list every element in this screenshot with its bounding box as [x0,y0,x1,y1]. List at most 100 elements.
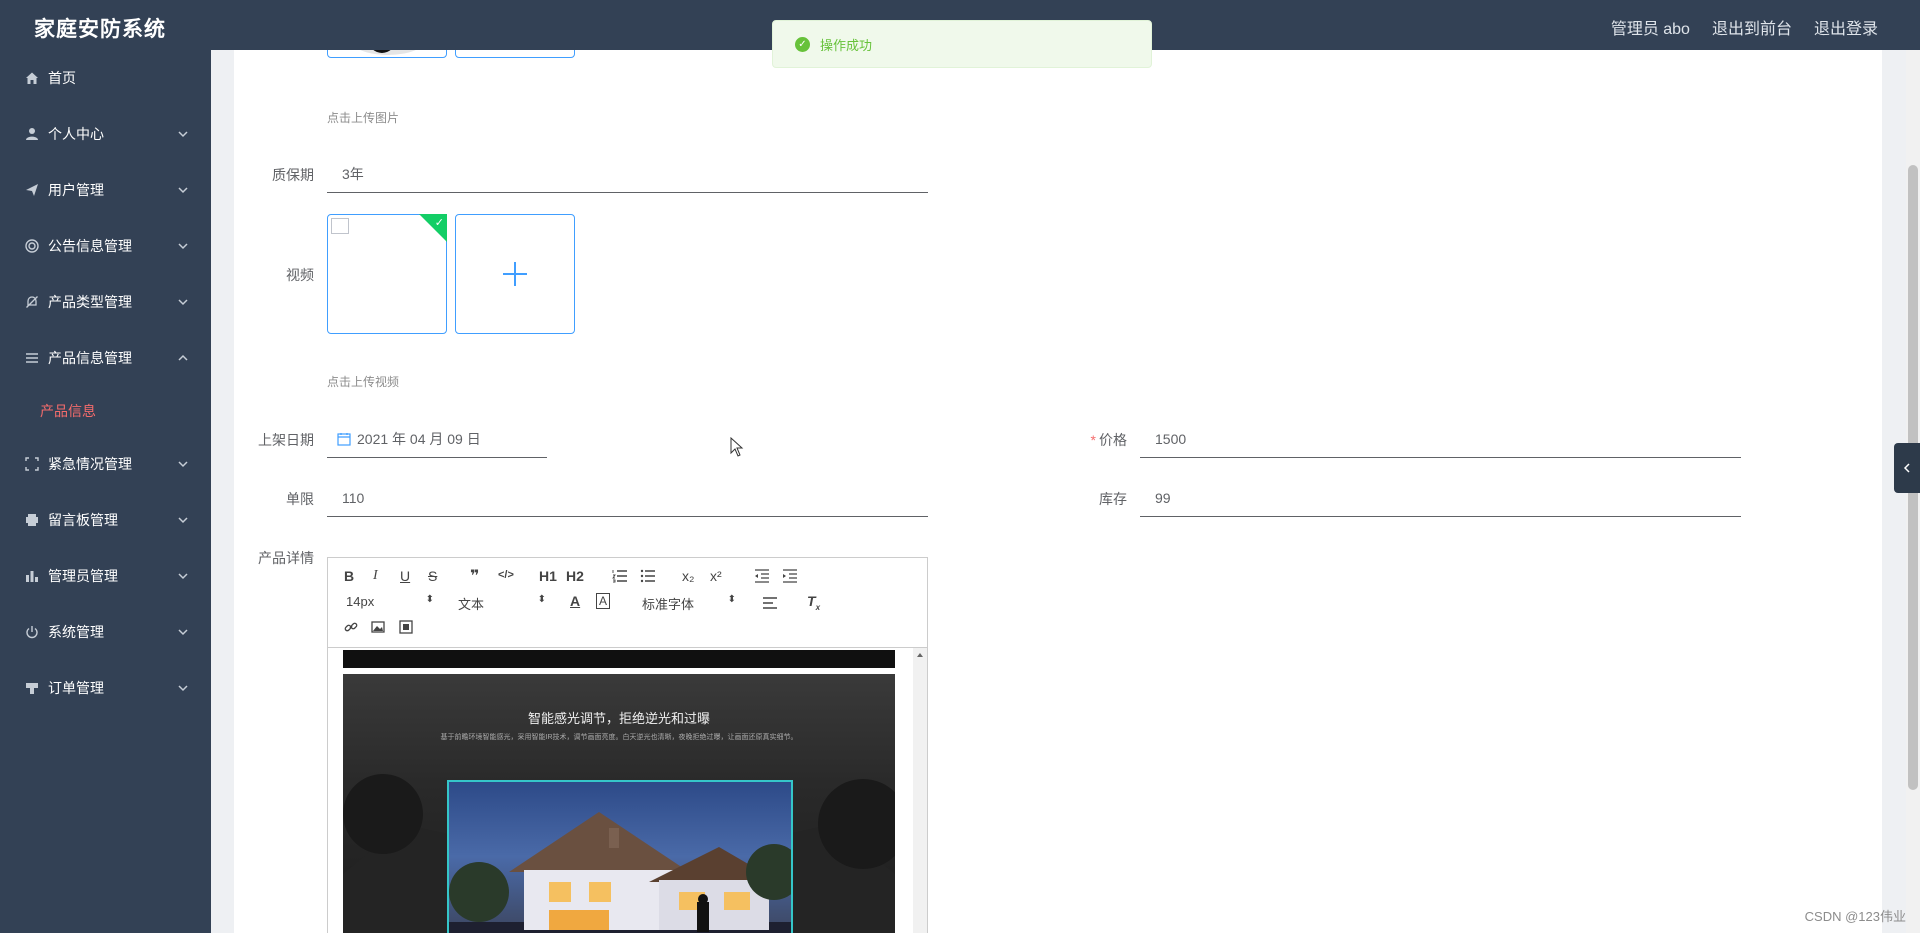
ordered-list-icon [612,570,627,583]
select-arrows-icon: ⬍ [537,594,546,605]
price-label: * 价格 [1037,430,1127,450]
background-color-button[interactable]: A [596,593,611,609]
bullet-list-button[interactable] [640,569,656,586]
price-input[interactable]: 1500 [1140,420,1741,458]
exit-to-front-link[interactable]: 退出到前台 [1712,15,1792,39]
sidebar-item-system[interactable]: 系统管理 [0,604,211,660]
sidebar: 首页 个人中心 用户管理 公告信息管理 产品类型管理 产品信息管理 产品信息 紧… [0,50,211,933]
strike-button[interactable]: S [428,568,437,584]
chevron-down-icon [178,685,188,692]
admin-user-label: 管理员 abo [1610,21,1690,38]
chevron-down-icon [178,299,188,306]
italic-button[interactable]: I [373,568,378,584]
success-toast: ✓ 操作成功 [772,20,1152,68]
video-upload-hint: 点击上传视频 [327,375,400,389]
sidebar-item-label: 留言板管理 [48,512,118,528]
chevron-down-icon [178,243,188,250]
content-image: 智能感光调节，拒绝逆光和过曝 基于前瞻环境智能感光，采用智能IR技术，调节画面亮… [343,674,895,933]
stock-value: 99 [1155,489,1171,506]
stock-label: 库存 [1099,491,1127,507]
list-icon [24,350,40,366]
superscript-button[interactable]: x² [710,568,722,584]
sidebar-item-product-types[interactable]: 产品类型管理 [0,274,211,330]
check-icon: ✓ [434,217,444,229]
mouse-cursor-icon [730,437,744,457]
header-select[interactable]: 文本 ⬍ [458,594,546,613]
outdent-icon [755,569,769,583]
font-family-select[interactable]: 标准字体 ⬍ [642,594,736,613]
chevron-down-icon [178,461,188,468]
sidebar-item-label: 首页 [48,70,76,86]
video-button[interactable] [399,620,413,637]
user-icon [24,126,40,142]
align-button[interactable] [762,596,778,613]
sidebar-item-label: 产品类型管理 [48,294,132,310]
app-title: 家庭安防系统 [34,18,166,41]
video-upload-button[interactable] [455,214,575,334]
indent-icon [783,569,797,583]
font-size-select[interactable]: 14px ⬍ [346,594,434,609]
clear-format-button[interactable]: Tx [807,593,820,612]
sidebar-item-home[interactable]: 首页 [0,50,211,106]
stock-input[interactable]: 99 [1140,479,1741,517]
sidebar-item-message-board[interactable]: 留言板管理 [0,492,211,548]
watermark: CSDN @123伟业 [1804,909,1906,924]
side-panel-toggle[interactable] [1894,443,1920,493]
select-arrows-icon: ⬍ [425,594,434,605]
sidebar-item-announcements[interactable]: 公告信息管理 [0,218,211,274]
sidebar-item-profile[interactable]: 个人中心 [0,106,211,162]
indent-button[interactable] [782,569,798,586]
underline-button[interactable]: U [400,568,410,584]
limit-input[interactable]: 110 [327,479,928,517]
submenu-item-product-info[interactable]: 产品信息 [0,386,211,436]
font-color-button[interactable]: A [570,593,580,609]
sidebar-item-label: 系统管理 [48,624,104,640]
blockquote-button[interactable]: ❞ [470,566,479,586]
sidebar-item-label: 个人中心 [48,126,104,142]
listing-date-picker[interactable]: 2021 年 04 月 09 日 [327,420,547,458]
warranty-label: 质保期 [272,167,314,183]
stamp-icon [24,680,40,696]
warranty-input[interactable]: 3年 [327,155,928,193]
chevron-down-icon [178,187,188,194]
ordered-list-button[interactable] [612,569,628,586]
logout-link[interactable]: 退出登录 [1814,15,1878,39]
toast-message: 操作成功 [820,37,873,53]
house-photo-highlight [447,780,793,933]
plus-icon [456,215,574,333]
bold-button[interactable]: B [344,568,354,584]
font-size-value: 14px [346,594,375,609]
sidebar-item-label: 产品信息管理 [48,350,132,366]
chevron-down-icon [178,517,188,524]
editor-scrollbar[interactable] [913,648,927,933]
listing-date-value: 2021 年 04 月 09 日 [357,430,481,447]
send-icon [24,182,40,198]
heading2-button[interactable]: H2 [566,568,584,584]
link-icon [344,622,358,632]
broken-image-icon [331,218,349,234]
submenu-item-label: 产品信息 [40,403,96,419]
image-button[interactable] [371,620,385,637]
header-select-value: 文本 [458,597,485,612]
sidebar-item-emergency[interactable]: 紧急情况管理 [0,436,211,492]
link-button[interactable] [344,620,358,637]
bullet-list-icon [640,569,655,583]
scroll-up-icon [917,653,923,657]
outdent-button[interactable] [754,569,770,586]
house-illustration [449,812,791,933]
sidebar-item-users[interactable]: 用户管理 [0,162,211,218]
select-arrows-icon: ⬍ [727,594,736,605]
editor-content[interactable]: 智能感光调节，拒绝逆光和过曝 基于前瞻环境智能感光，采用智能IR技术，调节画面亮… [328,648,927,933]
sidebar-item-orders[interactable]: 订单管理 [0,660,211,716]
subscript-button[interactable]: x₂ [682,568,694,584]
sidebar-item-product-info[interactable]: 产品信息管理 [0,330,211,386]
video-preview[interactable]: ✓ [327,214,447,334]
sidebar-item-admins[interactable]: 管理员管理 [0,548,211,604]
heading1-button[interactable]: H1 [539,568,557,584]
video-label: 视频 [286,267,314,283]
limit-label: 单限 [286,491,314,507]
sidebar-item-label: 管理员管理 [48,568,118,584]
chevron-down-icon [178,573,188,580]
code-block-button[interactable]: </> [498,569,514,581]
font-family-value: 标准字体 [642,597,695,612]
